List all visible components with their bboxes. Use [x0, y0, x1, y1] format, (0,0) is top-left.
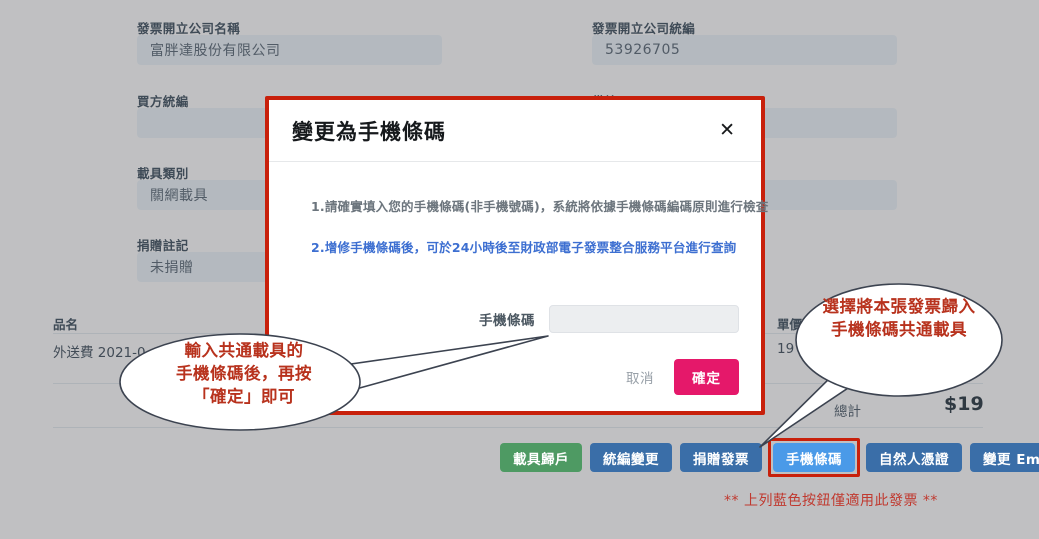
field-value-company-name: 富胖達股份有限公司 — [137, 35, 442, 65]
field-value-issuer-tax-id: 53926705 — [592, 35, 897, 65]
action-button-change-email[interactable]: 變更 Email — [970, 443, 1039, 472]
mobile-barcode-input-row: 手機條碼 — [269, 305, 761, 333]
action-button-carrier-registration[interactable]: 載具歸戶 — [500, 443, 582, 472]
total-label: 總計 — [834, 404, 861, 420]
cancel-button[interactable]: 取消 — [618, 361, 662, 393]
total-value: $19 — [944, 393, 984, 415]
modal-title: 變更為手機條碼 — [292, 119, 446, 144]
table-header-item-name: 品名 — [53, 317, 79, 332]
modal-body: 1.請確實填入您的手機條碼(非手機號碼)，系統將依據手機條碼編碼原則進行檢查 2… — [269, 162, 769, 395]
mobile-barcode-input[interactable] — [549, 305, 739, 333]
action-button-donate-invoice[interactable]: 捐贈發票 — [680, 443, 762, 472]
modal-note-1: 1.請確實填入您的手機條碼(非手機號碼)，系統將依據手機條碼編碼原則進行檢查 — [311, 199, 769, 214]
invoice-action-button-row: 載具歸戶 統編變更 捐贈發票 手機條碼 自然人憑證 變更 Email — [500, 438, 1039, 477]
table-cell-item-name: 外送費 2021-0 — [53, 345, 146, 361]
table-header-unit-price: 單價 — [777, 317, 803, 332]
action-button-citizen-certificate[interactable]: 自然人憑證 — [866, 443, 962, 472]
table-divider-total — [53, 427, 983, 428]
action-button-change-tax-id[interactable]: 統編變更 — [590, 443, 672, 472]
mobile-barcode-input-label: 手機條碼 — [479, 313, 535, 329]
modal-note-2: 2.增修手機條碼後，可於24小時後至財政部電子發票整合服務平台進行查詢 — [311, 240, 737, 255]
modal-header: 變更為手機條碼 ✕ — [269, 100, 761, 162]
close-icon[interactable]: ✕ — [715, 119, 739, 142]
modal-footer: 取消 確定 — [269, 359, 761, 395]
action-button-mobile-barcode[interactable]: 手機條碼 — [773, 443, 855, 472]
mobile-barcode-modal: 變更為手機條碼 ✕ 1.請確實填入您的手機條碼(非手機號碼)，系統將依據手機條碼… — [265, 96, 769, 415]
confirm-button[interactable]: 確定 — [674, 359, 739, 395]
highlight-box-mobile-barcode: 手機條碼 — [768, 438, 860, 477]
table-cell-unit-price: 19 — [777, 341, 795, 357]
footnote-blue-buttons-notice: ** 上列藍色按鈕僅適用此發票 ** — [724, 493, 938, 509]
